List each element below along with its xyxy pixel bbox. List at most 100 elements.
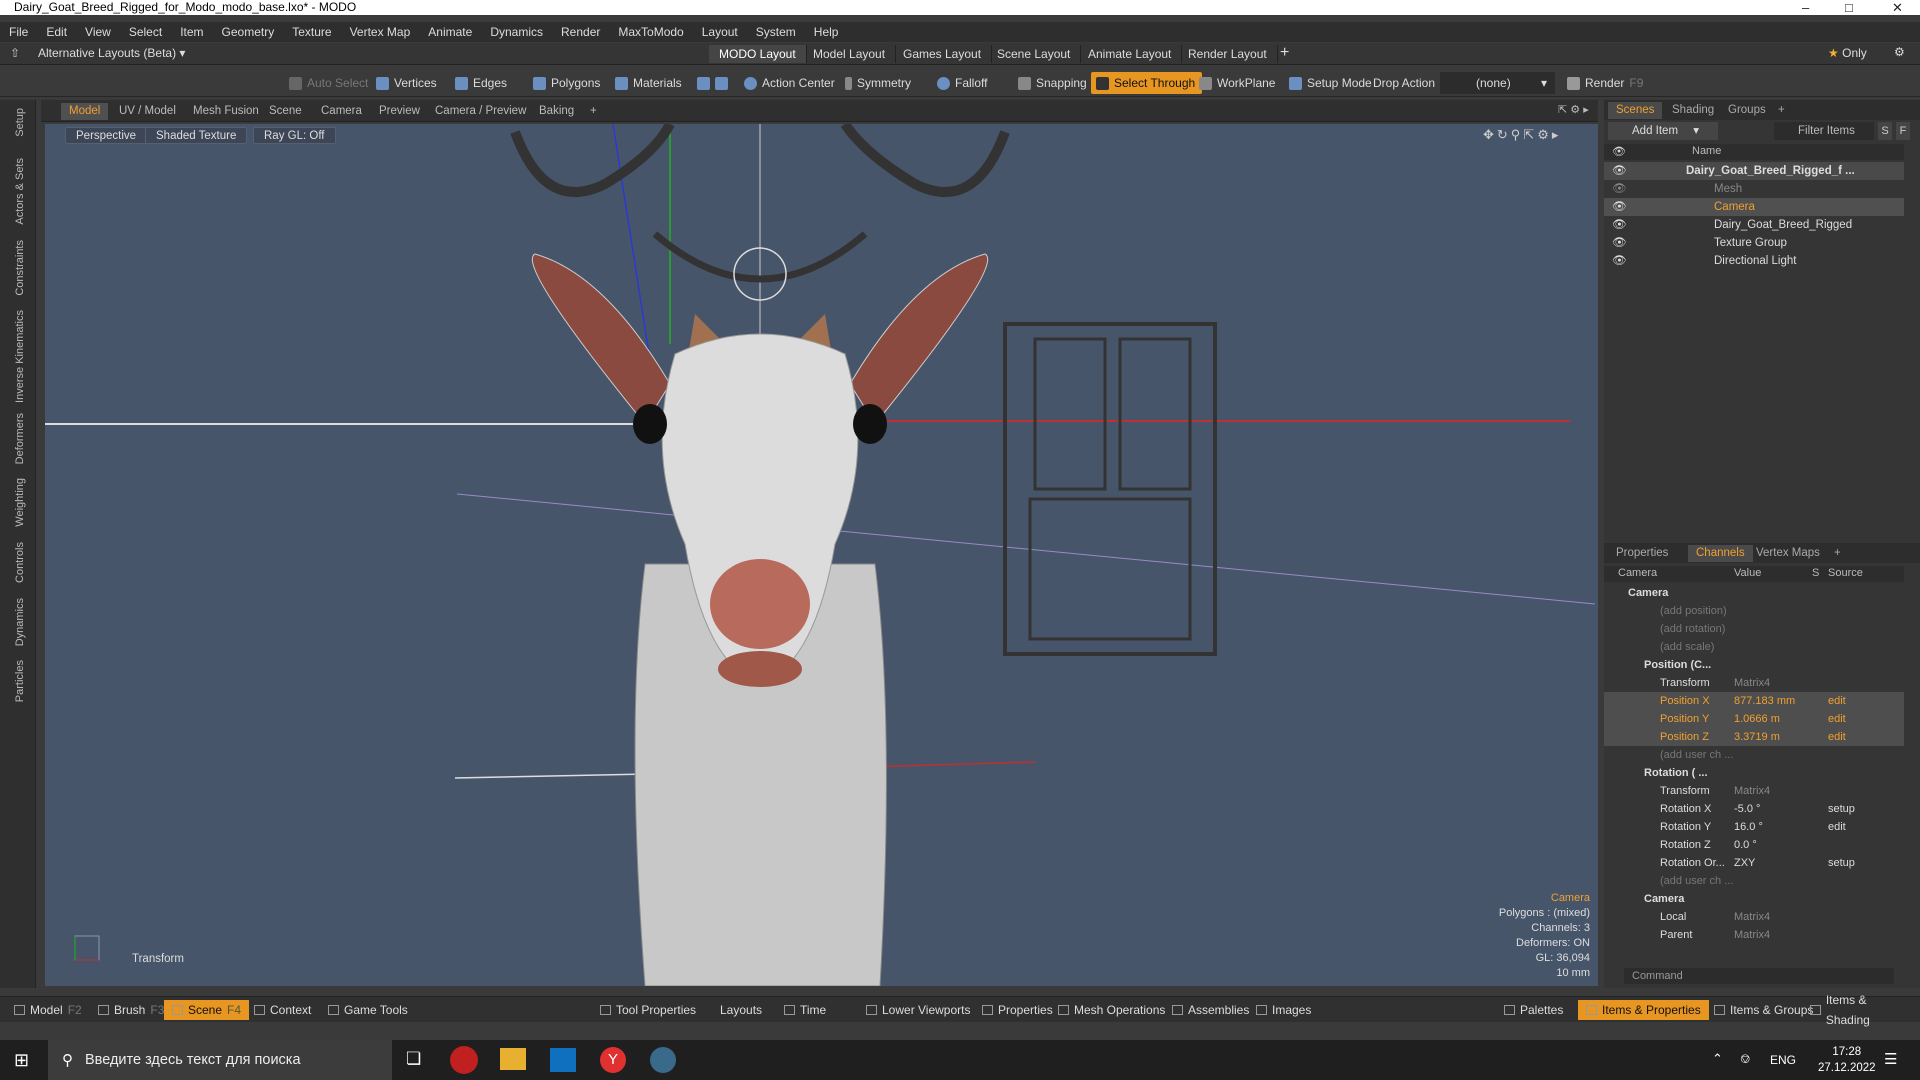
mesh-operations-button[interactable]: Mesh Operations [1050, 1000, 1173, 1020]
clock[interactable]: 17:28 27.12.2022 [1818, 1044, 1876, 1076]
only-toggle[interactable]: ★ Only [1828, 46, 1867, 60]
channel-row[interactable]: Camera [1604, 584, 1904, 602]
model-button[interactable]: Model F2 [6, 1000, 90, 1020]
channel-row[interactable]: Position Z 3.3719 m edit [1604, 728, 1904, 746]
notifications-icon[interactable]: ☰ [1884, 1050, 1897, 1068]
assemblies-button[interactable]: Assemblies [1164, 1000, 1257, 1020]
menu-view[interactable]: View [76, 25, 120, 39]
time-button[interactable]: Time [776, 1000, 834, 1020]
tree-row-texture-group[interactable]: 👁 Texture Group [1604, 234, 1904, 252]
menu-animate[interactable]: Animate [419, 25, 481, 39]
f-toggle[interactable]: F [1896, 122, 1910, 140]
vtab-constraints[interactable]: Constraints [14, 240, 26, 296]
channel-value[interactable]: ZXY [1734, 854, 1755, 872]
auto-select-button[interactable]: Auto Select [284, 72, 375, 94]
viewport-options-icon[interactable]: ⇱ ⚙ ▸ [1558, 103, 1589, 116]
tab-modo-layout[interactable]: MODO Layout [709, 45, 807, 63]
images-button[interactable]: Images [1248, 1000, 1319, 1020]
tree-row-rigged[interactable]: 👁 Dairy_Goat_Breed_Rigged [1604, 216, 1904, 234]
tool-properties-button[interactable]: Tool Properties [592, 1000, 704, 1020]
tab-groups[interactable]: Groups [1720, 102, 1774, 119]
game-tools-button[interactable]: Game Tools [320, 1000, 416, 1020]
vtab-deformers[interactable]: Deformers [14, 413, 26, 464]
symmetry-button[interactable]: Symmetry [840, 72, 918, 94]
add-panel-tab-icon[interactable]: + [1770, 102, 1793, 119]
s-toggle[interactable]: S [1878, 122, 1892, 140]
tab-scene-layout[interactable]: Scene Layout [987, 45, 1082, 63]
channel-row[interactable]: (add user ch ... [1604, 746, 1904, 764]
channel-row[interactable]: Rotation Y 16.0 ° edit [1604, 818, 1904, 836]
add-item-dropdown[interactable]: Add Item ▾ [1608, 122, 1718, 140]
network-icon[interactable]: ⎊ [1740, 1051, 1750, 1067]
materials-button[interactable]: Materials [610, 72, 689, 94]
minimize-icon[interactable]: – [1802, 0, 1809, 15]
tab-properties[interactable]: Properties [1608, 545, 1676, 562]
alternative-layouts-dropdown[interactable]: Alternative Layouts (Beta) ▾ [38, 46, 185, 60]
eye-icon[interactable]: 👁 [1612, 198, 1627, 216]
channel-value[interactable]: -5.0 ° [1734, 800, 1760, 818]
menu-geometry[interactable]: Geometry [213, 25, 284, 39]
channel-row[interactable]: Position Y 1.0666 m edit [1604, 710, 1904, 728]
vtab-inverse-kinematics[interactable]: Inverse Kinematics [14, 310, 26, 403]
add-layout-icon[interactable]: + [1280, 44, 1289, 62]
channel-row[interactable]: (add position) [1604, 602, 1904, 620]
edges-button[interactable]: Edges [450, 72, 514, 94]
3d-viewport[interactable]: Perspective Shaded Texture Ray GL: Off ✥… [45, 124, 1598, 986]
channel-row[interactable]: Rotation Z 0.0 ° [1604, 836, 1904, 854]
channel-row[interactable]: Parent Matrix4 [1604, 926, 1904, 944]
tab-model[interactable]: Model [61, 103, 109, 120]
viewport-nav-icons[interactable]: ✥↻⚲⇱⚙▸ [1483, 127, 1561, 143]
channel-value[interactable]: Matrix4 [1734, 782, 1770, 800]
eye-icon[interactable]: 👁 [1612, 252, 1627, 270]
tree-row-scene[interactable]: 👁 Dairy_Goat_Breed_Rigged_f ... [1604, 162, 1904, 180]
channel-row[interactable]: Camera [1604, 890, 1904, 908]
add-tab-icon[interactable]: + [582, 103, 605, 120]
tree-row-light[interactable]: 👁 Directional Light [1604, 252, 1904, 270]
render-button[interactable]: Render F9 [1562, 72, 1650, 94]
tab-animate-layout[interactable]: Animate Layout [1078, 45, 1183, 63]
yandex-icon[interactable]: Y [600, 1047, 626, 1073]
channel-value[interactable]: 1.0666 m [1734, 710, 1780, 728]
menu-dynamics[interactable]: Dynamics [481, 25, 552, 39]
tab-baking[interactable]: Baking [531, 103, 582, 120]
command-input[interactable]: Command [1624, 968, 1894, 984]
menu-render[interactable]: Render [552, 25, 609, 39]
channel-row[interactable]: Rotation X -5.0 ° setup [1604, 800, 1904, 818]
channel-row[interactable]: Rotation Or... ZXY setup [1604, 854, 1904, 872]
menu-help[interactable]: Help [805, 25, 848, 39]
tab-games-layout[interactable]: Games Layout [893, 45, 993, 63]
menu-select[interactable]: Select [120, 25, 171, 39]
vtab-weighting[interactable]: Weighting [14, 478, 26, 527]
layouts-button[interactable]: Layouts [712, 1000, 770, 1020]
store-icon[interactable] [550, 1048, 576, 1072]
tab-uv-model[interactable]: UV / Model [111, 103, 184, 120]
vtab-setup[interactable]: Setup [14, 108, 26, 137]
channel-value[interactable]: Matrix4 [1734, 674, 1770, 692]
menu-system[interactable]: System [747, 25, 805, 39]
language-indicator[interactable]: ENG [1770, 1053, 1796, 1067]
channel-row[interactable]: Position (C... [1604, 656, 1904, 674]
action-center-button[interactable]: Action Center [739, 72, 842, 94]
windows-start-icon[interactable]: ⊞ [14, 1050, 29, 1071]
tab-channels[interactable]: Channels [1688, 545, 1753, 562]
arrow-up-icon[interactable]: ⇧ [10, 46, 20, 60]
menu-maxtomodo[interactable]: MaxToModo [609, 25, 692, 39]
tree-row-camera[interactable]: 👁 Camera [1604, 198, 1904, 216]
drop-action-select[interactable]: (none) ▾ [1440, 72, 1555, 94]
tab-render-layout[interactable]: Render Layout [1178, 45, 1278, 63]
tab-scene[interactable]: Scene [261, 103, 310, 120]
maximize-icon[interactable]: □ [1845, 0, 1853, 15]
channel-value[interactable]: 877.183 mm [1734, 692, 1795, 710]
vtab-particles[interactable]: Particles [14, 660, 26, 702]
select-through-button[interactable]: Select Through [1091, 72, 1203, 94]
tab-camera[interactable]: Camera [313, 103, 370, 120]
setup-mode-button[interactable]: Setup Mode [1284, 72, 1379, 94]
menu-layout[interactable]: Layout [693, 25, 747, 39]
tab-scenes[interactable]: Scenes [1608, 102, 1663, 119]
add-panel-tab-icon[interactable]: + [1826, 545, 1849, 562]
vtab-dynamics[interactable]: Dynamics [14, 598, 26, 646]
items-properties-button[interactable]: Items & Properties [1578, 1000, 1709, 1020]
snapping-button[interactable]: Snapping [1013, 72, 1094, 94]
file-explorer-icon[interactable] [500, 1048, 526, 1070]
polygons-button[interactable]: Polygons [528, 72, 607, 94]
